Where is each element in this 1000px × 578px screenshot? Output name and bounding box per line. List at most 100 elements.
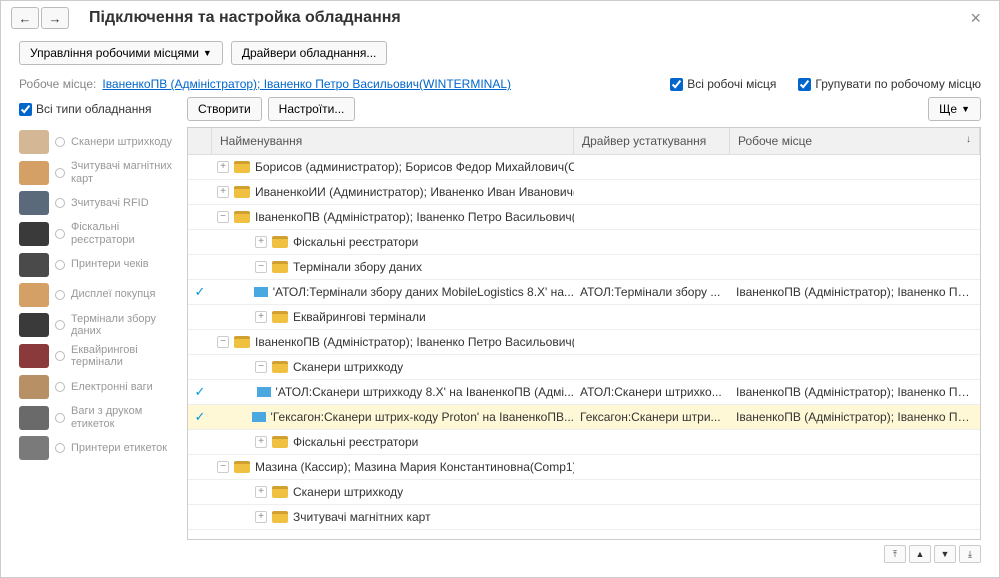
folder-icon <box>272 436 288 448</box>
row-name: 'АТОЛ:Термінали збору даних MobileLogist… <box>212 285 574 299</box>
table-row[interactable]: + ИваненкоИИ (Администратор); Иваненко И… <box>188 180 980 205</box>
row-name: − ІваненкоПВ (Адміністратор); Іваненко П… <box>212 335 574 349</box>
col-workplace[interactable]: Робоче місце ↓ <box>730 128 980 154</box>
table-row[interactable]: ✓ 'АТОЛ:Термінали збору даних MobileLogi… <box>188 280 980 305</box>
folder-icon <box>234 161 250 173</box>
move-down-button[interactable]: ▼ <box>934 545 956 563</box>
table-body[interactable]: + Борисов (администратор); Борисов Федор… <box>188 155 980 539</box>
collapse-icon[interactable]: − <box>255 261 267 273</box>
collapse-icon[interactable]: − <box>217 336 229 348</box>
expand-icon[interactable]: + <box>217 161 229 173</box>
sidebar-item-label: Дисплеї покупця <box>71 288 155 301</box>
folder-icon <box>272 361 288 373</box>
row-name: + Сканери штрихкоду <box>212 485 574 499</box>
row-name-text: ІваненкоПВ (Адміністратор); Іваненко Пет… <box>255 335 574 349</box>
table-row[interactable]: ✓ 'Гексагон:Сканери штрих-коду Proton' н… <box>188 405 980 430</box>
table-row[interactable]: − ІваненкоПВ (Адміністратор); Іваненко П… <box>188 330 980 355</box>
expand-icon[interactable]: + <box>255 236 267 248</box>
more-button[interactable]: Ще ▼ <box>928 97 981 121</box>
workplace-row: Робоче місце: ІваненкоПВ (Адміністратор)… <box>1 71 999 97</box>
table-row[interactable]: + Зчитувачі магнітних карт <box>188 505 980 530</box>
expand-icon[interactable]: + <box>255 436 267 448</box>
expand-icon[interactable]: + <box>217 186 229 198</box>
row-name-text: Сканери штрихкоду <box>293 360 403 374</box>
col-check <box>188 128 212 154</box>
expand-icon[interactable]: + <box>255 311 267 323</box>
all-types-checkbox[interactable]: Всі типи обладнання <box>19 97 177 121</box>
nav-forward-button[interactable]: → <box>41 7 69 29</box>
table-row[interactable]: ✓ 'АТОЛ:Сканери штрихкоду 8.X' на Іванен… <box>188 380 980 405</box>
sidebar-item[interactable]: Термінали збору даних <box>19 310 177 341</box>
device-type-icon <box>19 344 49 368</box>
device-type-icon <box>19 375 49 399</box>
sidebar-item[interactable]: Ваги з друком етикеток <box>19 402 177 433</box>
device-type-icon <box>19 130 49 154</box>
collapse-icon[interactable]: − <box>217 211 229 223</box>
sidebar-item-label: Принтери етикеток <box>71 442 167 455</box>
table-row[interactable]: + Борисов (администратор); Борисов Федор… <box>188 155 980 180</box>
sidebar-item[interactable]: Принтери чеків <box>19 250 177 280</box>
table-row[interactable]: − ІваненкоПВ (Адміністратор); Іваненко П… <box>188 205 980 230</box>
row-workplace: ІваненкоПВ (Адміністратор); Іваненко Пет… <box>730 285 980 299</box>
row-name-text: Борисов (администратор); Борисов Федор М… <box>255 160 574 174</box>
sidebar-item[interactable]: Зчитувачі магнітних карт <box>19 157 177 188</box>
row-check: ✓ <box>188 284 212 300</box>
col-driver[interactable]: Драйвер устаткування <box>574 128 730 154</box>
sidebar-item[interactable]: Принтери етикеток <box>19 433 177 463</box>
settings-button[interactable]: Настроїти... <box>268 97 356 121</box>
create-button[interactable]: Створити <box>187 97 262 121</box>
radio-icon <box>55 290 65 300</box>
table-row[interactable]: − Термінали збору даних <box>188 255 980 280</box>
sidebar-item-label: Фіскальні реєстратори <box>71 221 177 246</box>
table-row[interactable]: + Фіскальні реєстратори <box>188 430 980 455</box>
radio-icon <box>55 443 65 453</box>
row-name: + Борисов (администратор); Борисов Федор… <box>212 160 574 174</box>
col-name[interactable]: Найменування <box>212 128 574 154</box>
move-up-button[interactable]: ▲ <box>909 545 931 563</box>
table-row[interactable]: − Мазина (Кассир); Мазина Мария Констант… <box>188 455 980 480</box>
row-driver: АТОЛ:Термінали збору ... <box>574 285 730 299</box>
table-row[interactable]: + Еквайрингові термінали <box>188 305 980 330</box>
sidebar-item-label: Електронні ваги <box>71 381 153 394</box>
row-name-text: Мазина (Кассир); Мазина Мария Константин… <box>255 460 574 474</box>
row-name: 'Гексагон:Сканери штрих-коду Proton' на … <box>212 410 574 424</box>
nav-buttons: ← → <box>11 7 69 29</box>
drivers-button[interactable]: Драйвери обладнання... <box>231 41 388 65</box>
folder-icon <box>234 211 250 223</box>
group-by-workplace-checkbox[interactable]: Групувати по робочому місцю <box>798 77 981 91</box>
sidebar-item-label: Ваги з друком етикеток <box>71 405 177 430</box>
row-name-text: Фіскальні реєстратори <box>293 435 418 449</box>
table-row[interactable]: + Фіскальні реєстратори <box>188 230 980 255</box>
row-name: − ІваненкоПВ (Адміністратор); Іваненко П… <box>212 210 574 224</box>
sidebar-item[interactable]: Еквайрингові термінали <box>19 341 177 372</box>
sidebar-item-label: Сканери штрихкоду <box>71 136 172 149</box>
row-name-text: 'Гексагон:Сканери штрих-коду Proton' на … <box>271 410 574 424</box>
sidebar-item[interactable]: Електронні ваги <box>19 372 177 402</box>
table-row[interactable]: − Сканери штрихкоду <box>188 355 980 380</box>
row-name: − Сканери штрихкоду <box>212 360 574 374</box>
device-type-icon <box>19 191 49 215</box>
workplace-management-button[interactable]: Управління робочими місцями ▼ <box>19 41 223 65</box>
nav-back-button[interactable]: ← <box>11 7 39 29</box>
footer-buttons: ⤒ ▲ ▼ ⤓ <box>187 540 981 563</box>
scroll-bottom-button[interactable]: ⤓ <box>959 545 981 563</box>
sidebar-item[interactable]: Фіскальні реєстратори <box>19 218 177 249</box>
workplace-link[interactable]: ІваненкоПВ (Адміністратор); Іваненко Пет… <box>102 77 511 91</box>
expand-icon[interactable]: + <box>255 511 267 523</box>
expand-icon[interactable]: + <box>255 486 267 498</box>
all-workplaces-checkbox[interactable]: Всі робочі місця <box>670 77 776 91</box>
action-row: Створити Настроїти... Ще ▼ <box>187 97 981 127</box>
sidebar: Всі типи обладнання Сканери штрихкоду Зч… <box>19 97 177 563</box>
sidebar-item[interactable]: Зчитувачі RFID <box>19 188 177 218</box>
folder-icon <box>272 311 288 323</box>
scroll-top-button[interactable]: ⤒ <box>884 545 906 563</box>
collapse-icon[interactable]: − <box>255 361 267 373</box>
row-workplace: ІваненкоПВ (Адміністратор); Іваненко Пет… <box>730 385 980 399</box>
row-workplace: ІваненкоПВ (Адміністратор); Іваненко Пет… <box>730 410 980 424</box>
sidebar-item[interactable]: Сканери штрихкоду <box>19 127 177 157</box>
sidebar-item[interactable]: Дисплеї покупця <box>19 280 177 310</box>
folder-icon <box>272 236 288 248</box>
close-button[interactable]: × <box>962 8 989 29</box>
table-row[interactable]: + Сканери штрихкоду <box>188 480 980 505</box>
collapse-icon[interactable]: − <box>217 461 229 473</box>
